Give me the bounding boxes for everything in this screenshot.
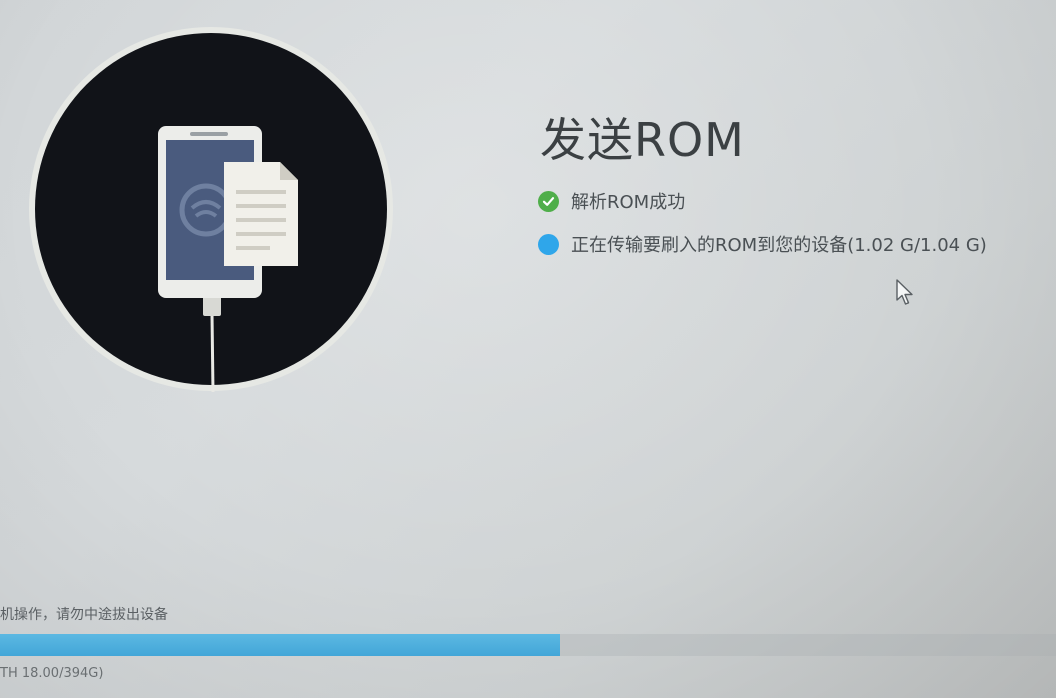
warning-note: 机操作，请勿中途拔出设备	[0, 607, 168, 623]
step-parse-rom: 解析ROM成功	[538, 188, 685, 214]
phone-transfer-illustration	[28, 26, 394, 392]
progress-text: TH 18.00/394G)	[0, 666, 104, 681]
step-label: 解析ROM成功	[571, 192, 686, 213]
check-icon	[538, 190, 559, 212]
progress-dot-icon	[538, 233, 559, 255]
phone-sending-file-icon	[29, 27, 393, 392]
transfer-progress-bar	[0, 634, 1056, 656]
page-title: 发送ROM	[540, 113, 745, 167]
step-label: 正在传输要刷入的ROM到您的设备(1.02 G/1.04 G)	[571, 235, 987, 256]
mouse-cursor-icon	[896, 279, 913, 305]
step-transfer-rom: 正在传输要刷入的ROM到您的设备(1.02 G/1.04 G)	[538, 231, 987, 257]
progress-fill	[0, 634, 560, 656]
